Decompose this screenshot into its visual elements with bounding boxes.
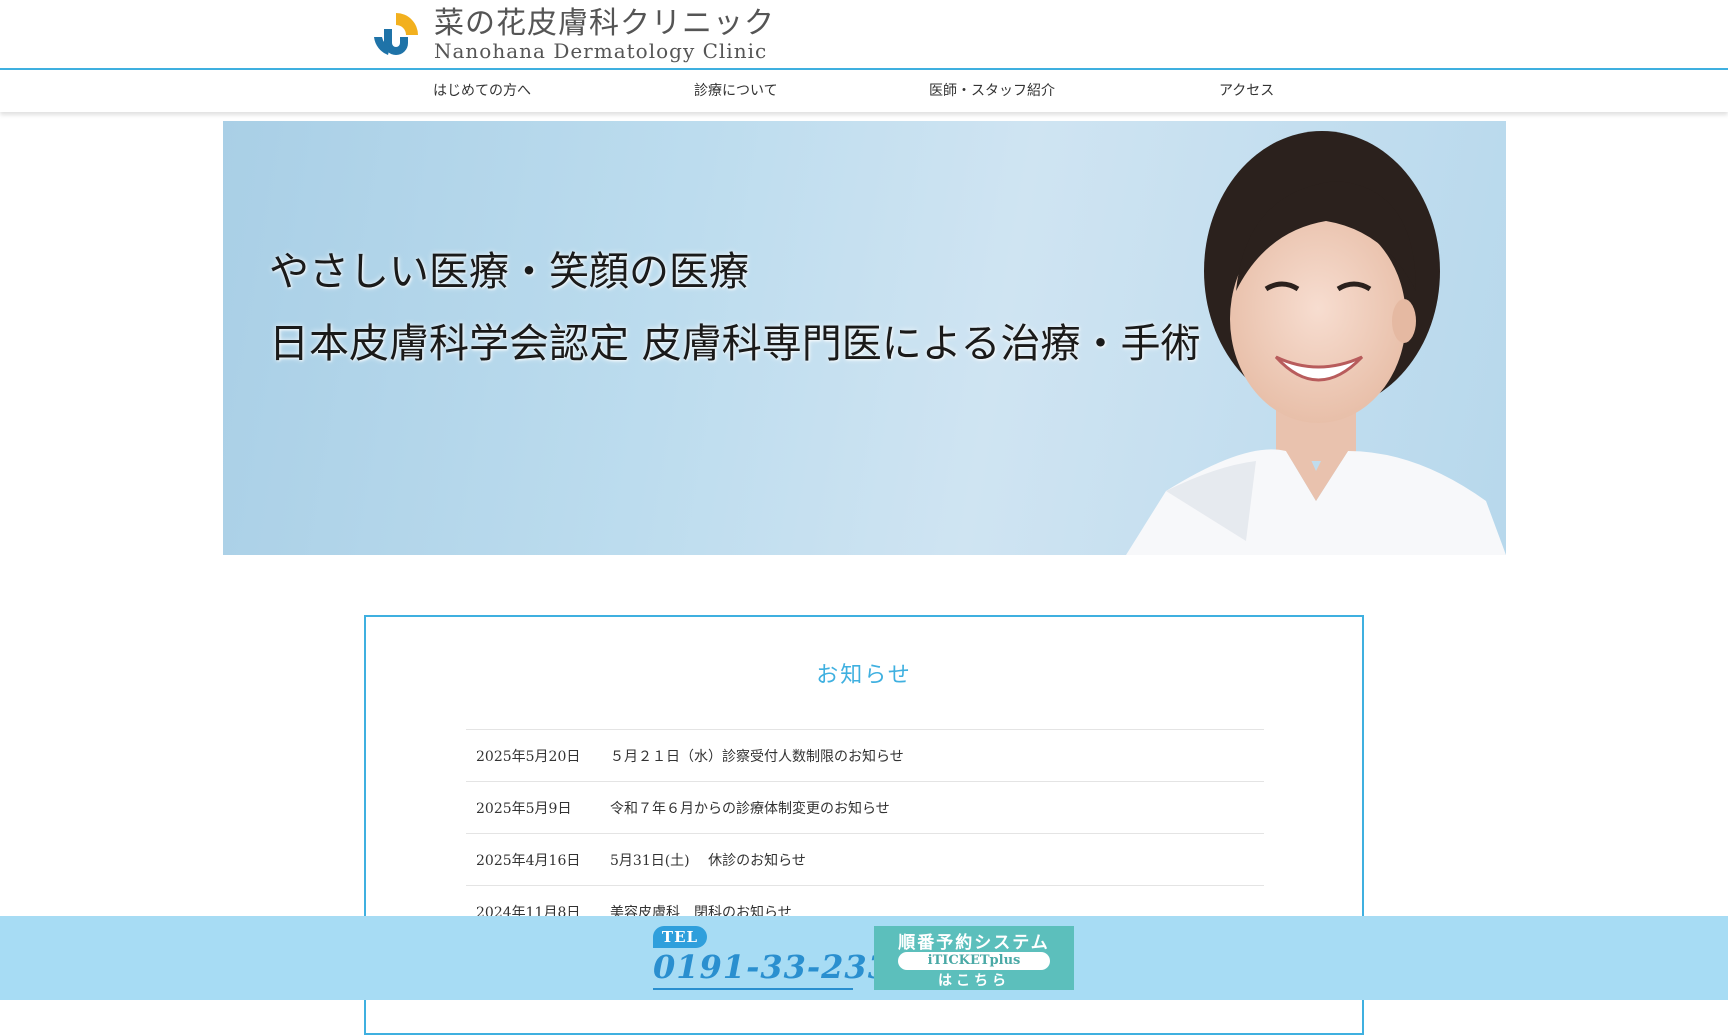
news-date: 2025年5月9日 [476, 800, 572, 817]
reservation-button[interactable]: 順番予約システム iTICKETplus はこちら [874, 926, 1074, 990]
news-list: 2025年5月20日 ５月２１日（水）診察受付人数制限のお知らせ 2025年5月… [466, 729, 1264, 938]
hero-banner: やさしい医療・笑顔の医療 日本皮膚科学会認定 皮膚科専門医による治療・手術 [223, 121, 1506, 555]
hero-subheadline: 日本皮膚科学会認定 皮膚科専門医による治療・手術 [269, 321, 1201, 367]
reservation-cta: はこちら [938, 973, 1010, 989]
contact-footer-bar: TEL 0191-33-2332 順番予約システム iTICKETplus はこ… [0, 916, 1728, 1000]
news-link[interactable]: 5月31日(土) 休診のお知らせ [610, 850, 1264, 870]
logo-title-en: Nanohana Dermatology Clinic [434, 39, 768, 63]
news-date: 2025年4月16日 [476, 852, 581, 869]
news-link[interactable]: 令和７年６月からの診療体制変更のお知らせ [610, 798, 1264, 818]
logo-title-jp: 菜の花皮膚科クリニック [434, 6, 775, 41]
tel-badge: TEL [653, 926, 707, 948]
news-date: 2025年5月20日 [476, 748, 581, 765]
news-link[interactable]: ５月２１日（水）診察受付人数制限のお知らせ [610, 746, 1264, 766]
news-item[interactable]: 2025年5月9日 令和７年６月からの診療体制変更のお知らせ [466, 782, 1264, 834]
site-header: 菜の花皮膚科クリニック Nanohana Dermatology Clinic [0, 0, 1728, 70]
hero-headline: やさしい医療・笑顔の医療 [269, 249, 749, 295]
nav-item-treatment[interactable]: 診療について [694, 70, 778, 112]
nav-item-first-visit[interactable]: はじめての方へ [433, 70, 531, 112]
tel-link[interactable]: TEL 0191-33-2332 [653, 926, 913, 992]
news-item[interactable]: 2025年4月16日 5月31日(土) 休診のお知らせ [466, 834, 1264, 886]
reservation-title: 順番予約システム [898, 933, 1050, 953]
logo-mark-icon [370, 9, 422, 61]
news-item[interactable]: 2025年5月20日 ５月２１日（水）診察受付人数制限のお知らせ [466, 730, 1264, 782]
reservation-system-name: iTICKETplus [898, 952, 1050, 970]
nav-item-access[interactable]: アクセス [1219, 70, 1274, 112]
clinic-logo[interactable]: 菜の花皮膚科クリニック Nanohana Dermatology Clinic [370, 8, 775, 62]
smiling-woman-photo [1126, 131, 1506, 555]
tel-underline [653, 988, 853, 990]
nav-item-staff[interactable]: 医師・スタッフ紹介 [929, 70, 1055, 112]
main-nav: はじめての方へ 診療について 医師・スタッフ紹介 アクセス [0, 70, 1728, 112]
news-title: お知らせ [816, 663, 912, 688]
